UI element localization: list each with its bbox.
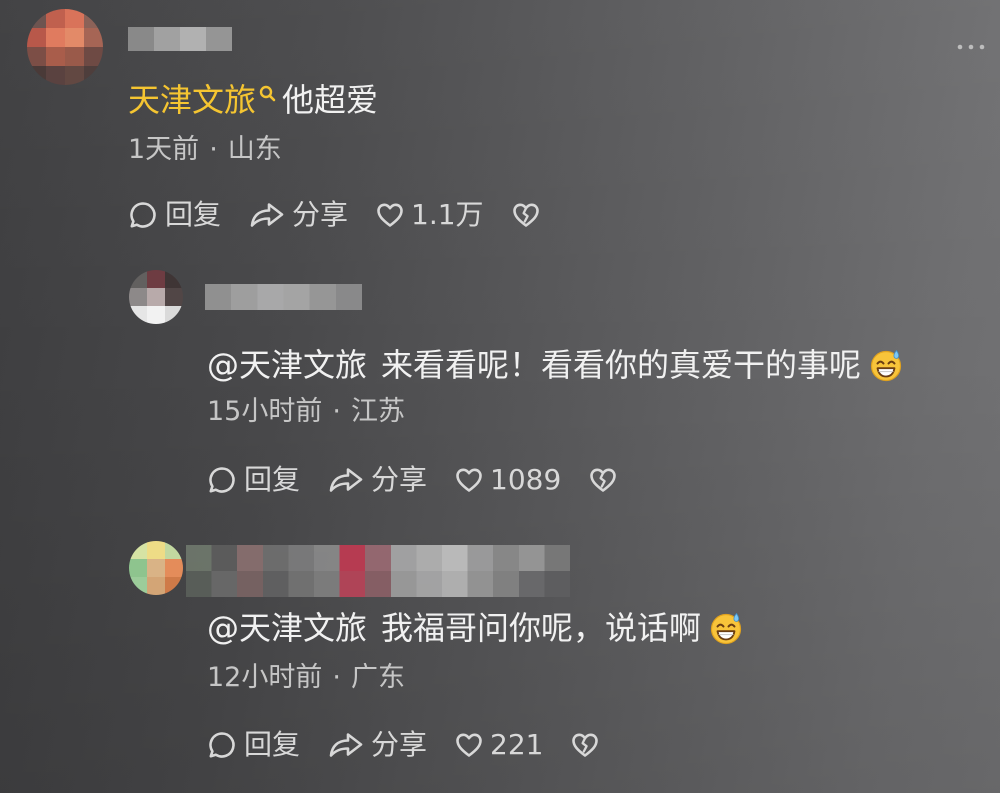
share-label: 分享 bbox=[371, 728, 428, 761]
share-label: 分享 bbox=[292, 198, 349, 231]
reply-actions: 回复 分享 1089 bbox=[207, 462, 617, 498]
dislike-button[interactable] bbox=[589, 467, 617, 493]
like-count: 1.1万 bbox=[411, 198, 484, 231]
mention-link[interactable]: @天津文旅 bbox=[207, 345, 367, 385]
heart-icon bbox=[377, 203, 403, 227]
comment-icon bbox=[209, 732, 235, 758]
comment-text: 天津文旅 他超爱 bbox=[128, 80, 378, 120]
share-icon bbox=[329, 733, 363, 757]
like-count: 1089 bbox=[490, 463, 562, 496]
share-button[interactable]: 分享 bbox=[328, 727, 427, 763]
share-label: 分享 bbox=[371, 463, 428, 496]
share-button[interactable]: 分享 bbox=[249, 197, 348, 233]
reply-time: 12小时前 bbox=[207, 662, 323, 693]
mention-link[interactable]: @天津文旅 bbox=[207, 608, 367, 648]
grinning-sweat-emoji bbox=[710, 612, 742, 645]
reply-time: 15小时前 bbox=[207, 396, 323, 427]
comment-icon bbox=[209, 467, 235, 493]
dislike-button[interactable] bbox=[571, 732, 599, 758]
heart-icon bbox=[456, 733, 482, 757]
reply-body: 我福哥问你呢，说话啊 bbox=[381, 609, 702, 647]
more-icon[interactable] bbox=[956, 43, 990, 51]
comment-time: 1天前 bbox=[128, 134, 200, 165]
username-blurred[interactable] bbox=[128, 27, 232, 51]
reply-avatar[interactable] bbox=[129, 541, 183, 595]
comment-body: 他超爱 bbox=[282, 81, 379, 119]
reply-text: @天津文旅 来看看呢！看看你的真爱干的事呢 bbox=[207, 345, 903, 385]
meta-separator: · bbox=[332, 662, 341, 693]
like-button[interactable]: 1.1万 bbox=[376, 197, 484, 233]
comment-actions: 回复 分享 1.1万 bbox=[128, 197, 540, 233]
share-button[interactable]: 分享 bbox=[328, 462, 427, 498]
meta-separator: · bbox=[332, 396, 341, 427]
like-count: 221 bbox=[490, 728, 544, 761]
reply-location: 广东 bbox=[350, 662, 405, 693]
avatar[interactable] bbox=[27, 9, 103, 85]
comment-thread: 天津文旅 他超爱 1天前 · 山东 回复 分享 1.1万 @天津文旅 来看看呢！… bbox=[0, 0, 1000, 793]
comment-icon bbox=[130, 202, 156, 228]
reply-label: 回复 bbox=[244, 463, 301, 496]
reply-avatar[interactable] bbox=[129, 270, 183, 324]
reply-actions: 回复 分享 221 bbox=[207, 727, 599, 763]
reply-button[interactable]: 回复 bbox=[128, 197, 221, 233]
like-button[interactable]: 221 bbox=[455, 727, 543, 763]
reply-button[interactable]: 回复 bbox=[207, 727, 300, 763]
meta-separator: · bbox=[209, 134, 218, 165]
reply-body: 来看看呢！看看你的真爱干的事呢 bbox=[381, 346, 862, 384]
reply-meta: 12小时前 · 广东 bbox=[207, 661, 405, 695]
broken-heart-icon bbox=[590, 468, 617, 492]
comment-meta: 1天前 · 山东 bbox=[128, 133, 282, 167]
reply-label: 回复 bbox=[244, 728, 301, 761]
reply-button[interactable]: 回复 bbox=[207, 462, 300, 498]
comment-location: 山东 bbox=[227, 134, 282, 165]
share-icon bbox=[329, 468, 363, 492]
search-icon[interactable] bbox=[259, 85, 276, 102]
broken-heart-icon bbox=[512, 203, 539, 227]
search-keyword-link[interactable]: 天津文旅 bbox=[128, 80, 256, 120]
reply-label: 回复 bbox=[165, 198, 222, 231]
reply-username-blurred[interactable] bbox=[205, 284, 362, 310]
like-button[interactable]: 1089 bbox=[455, 462, 561, 498]
grinning-sweat-emoji bbox=[870, 349, 902, 382]
heart-icon bbox=[456, 468, 482, 492]
share-icon bbox=[250, 203, 284, 227]
reply-username-blurred[interactable] bbox=[186, 545, 570, 597]
dislike-button[interactable] bbox=[512, 202, 540, 228]
reply-meta: 15小时前 · 江苏 bbox=[207, 395, 405, 429]
reply-location: 江苏 bbox=[350, 396, 405, 427]
broken-heart-icon bbox=[572, 733, 599, 757]
reply-text: @天津文旅 我福哥问你呢，说话啊 bbox=[207, 608, 743, 648]
